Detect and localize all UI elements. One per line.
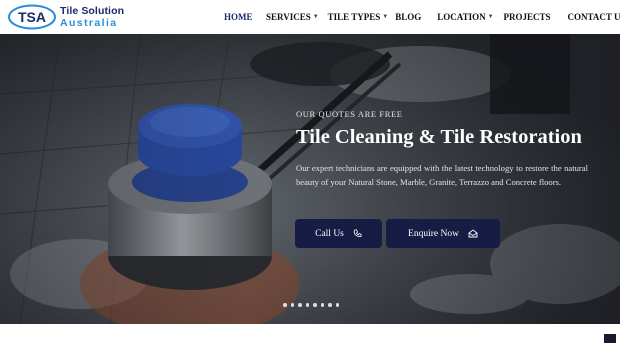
nav-item-location[interactable]: LOCATION ▼ [437, 0, 493, 34]
scroll-widget[interactable] [604, 334, 616, 343]
slider-dot[interactable] [320, 303, 324, 307]
nav-label: PROJECTS [503, 12, 551, 22]
call-us-label: Call Us [315, 228, 344, 239]
nav-label: CONTACT US [567, 12, 620, 22]
page-below-hero [0, 324, 620, 343]
nav-item-tile-types[interactable]: TILE TYPES ▼ [328, 0, 389, 34]
nav-label: SERVICES [266, 12, 311, 22]
nav-label: HOME [224, 12, 253, 22]
enquire-now-button[interactable]: Enquire Now [386, 219, 500, 248]
phone-icon [353, 229, 362, 238]
slider-dot[interactable] [298, 303, 302, 307]
nav-item-projects[interactable]: PROJECTS [504, 0, 551, 34]
nav-label: LOCATION [437, 12, 486, 22]
slider-dot[interactable] [290, 303, 294, 307]
nav-item-services[interactable]: SERVICES ▼ [266, 0, 319, 34]
hero-description: Our expert technicians are equipped with… [296, 163, 588, 187]
logo-mark-text: TSA [18, 9, 46, 25]
nav-item-blog[interactable]: BLOG [395, 0, 421, 34]
slider-dot[interactable] [305, 303, 309, 307]
slider-dot[interactable] [283, 303, 287, 307]
slider-pagination [283, 303, 339, 307]
logo-wordmark: Tile Solution Australia [60, 6, 124, 28]
slider-dot[interactable] [335, 303, 339, 307]
envelope-icon [468, 229, 478, 238]
chevron-down-icon: ▼ [312, 14, 319, 20]
nav-label: TILE TYPES [327, 12, 381, 22]
tsa-logo-icon: TSA [8, 4, 58, 30]
nav-label: BLOG [395, 12, 422, 22]
hero-title: Tile Cleaning & Tile Restoration [296, 126, 582, 148]
slider-dot[interactable] [328, 303, 332, 307]
enquire-now-label: Enquire Now [408, 228, 459, 239]
main-nav: HOME SERVICES ▼ TILE TYPES ▼ BLOG LOCATI… [224, 0, 620, 34]
site-header: TSA Tile Solution Australia HOME SERVICE… [0, 0, 620, 34]
chevron-down-icon: ▼ [487, 14, 494, 20]
site-logo[interactable]: TSA Tile Solution Australia [8, 4, 124, 30]
chevron-down-icon: ▼ [382, 14, 389, 20]
slider-dot[interactable] [313, 303, 317, 307]
nav-item-contact-us[interactable]: CONTACT US [568, 0, 620, 34]
logo-line-1: Tile Solution [60, 5, 125, 17]
logo-line-2: Australia [60, 16, 118, 29]
hero-slider: OUR QUOTES ARE FREE Tile Cleaning & Tile… [0, 34, 620, 324]
nav-item-home[interactable]: HOME [224, 0, 253, 34]
hero-kicker: OUR QUOTES ARE FREE [296, 109, 403, 119]
call-us-button[interactable]: Call Us [295, 219, 382, 248]
